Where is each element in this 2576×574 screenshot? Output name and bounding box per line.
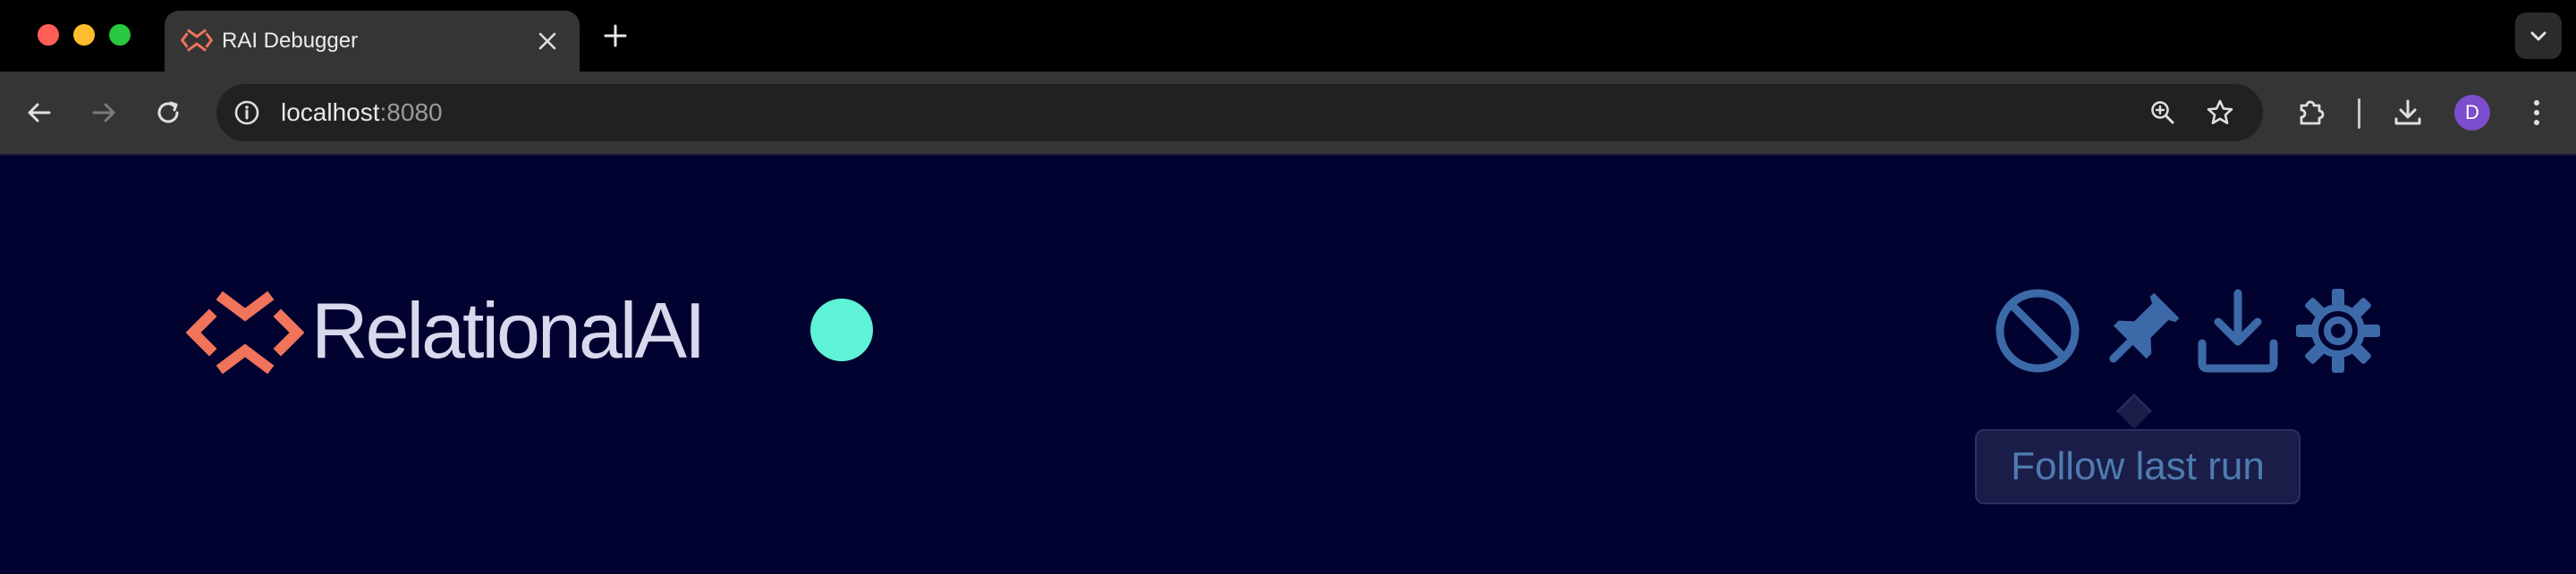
- reload-icon: [157, 101, 179, 123]
- brand-name-primary: Relational: [311, 286, 637, 375]
- relationalai-logo-icon: [181, 29, 213, 52]
- tab-strip: RAI Debugger: [0, 0, 2576, 72]
- zoom-icon[interactable]: [2145, 95, 2181, 131]
- connection-status-indicator: [810, 299, 873, 361]
- tooltip-arrow: [2116, 393, 2152, 429]
- chevron-down-icon: [2530, 31, 2546, 41]
- url-text: localhost:8080: [281, 95, 443, 131]
- site-info-icon[interactable]: [229, 95, 265, 131]
- toolbar-divider: [2358, 98, 2360, 129]
- follow-last-run-tooltip: Follow last run: [1975, 429, 2301, 504]
- browser-tab[interactable]: RAI Debugger: [165, 11, 580, 72]
- puzzle-piece-icon: [2300, 100, 2325, 125]
- download-icon: [2394, 99, 2421, 125]
- url-port: :8080: [379, 98, 443, 126]
- arrow-left-icon: [28, 103, 51, 122]
- relationalai-logo-icon: [186, 291, 304, 375]
- browser-window: RAI Debugger localhost:8080 D Relational…: [0, 0, 2576, 574]
- extensions-button[interactable]: [2288, 89, 2334, 136]
- kebab-menu-icon: [2534, 100, 2539, 125]
- tab-search-button[interactable]: [2515, 13, 2562, 59]
- clear-icon[interactable]: [1993, 286, 2082, 376]
- downloads-button[interactable]: [2385, 89, 2431, 136]
- reload-button[interactable]: [145, 89, 191, 136]
- url-host: localhost: [281, 98, 380, 126]
- browser-menu-button[interactable]: [2513, 89, 2560, 136]
- profile-avatar[interactable]: D: [2454, 95, 2490, 131]
- tab-title: RAI Debugger: [222, 29, 359, 53]
- settings-gear-icon[interactable]: [2293, 286, 2383, 376]
- arrow-right-icon: [92, 103, 115, 122]
- new-tab-button[interactable]: [599, 20, 631, 52]
- maximize-window-button[interactable]: [109, 24, 131, 46]
- browser-toolbar: localhost:8080 D: [0, 72, 2576, 156]
- bookmark-star-icon[interactable]: [2202, 95, 2238, 131]
- close-window-button[interactable]: [38, 24, 59, 46]
- forward-button[interactable]: [80, 89, 127, 136]
- address-bar[interactable]: localhost:8080: [216, 84, 2263, 141]
- brand-name-secondary: AI: [634, 286, 706, 375]
- brand-wordmark: RelationalAI: [311, 286, 707, 376]
- minimize-window-button[interactable]: [73, 24, 95, 46]
- download-icon[interactable]: [2193, 286, 2283, 376]
- tab-close-icon[interactable]: [531, 25, 564, 57]
- page-content: RelationalAI Follow last run: [0, 156, 2576, 574]
- pin-icon[interactable]: [2097, 286, 2186, 376]
- back-button[interactable]: [16, 89, 63, 136]
